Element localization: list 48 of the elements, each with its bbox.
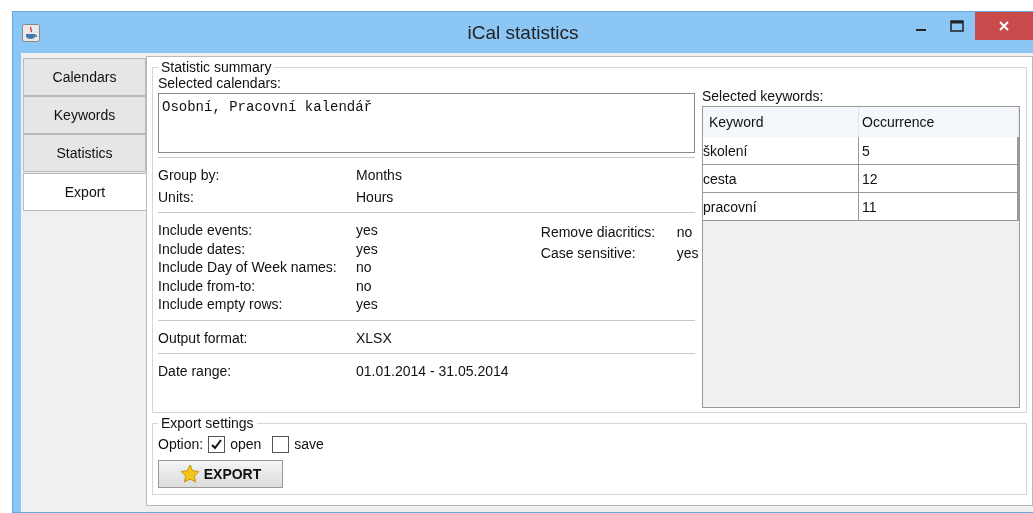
tab[interactable]: Statistics: [23, 134, 146, 172]
window-title: iCal statistics: [467, 21, 579, 44]
tab[interactable]: Keywords: [23, 96, 146, 134]
setting-value: no: [356, 259, 372, 276]
setting-label: Include from-to:: [158, 277, 257, 294]
tab[interactable]: Export: [23, 173, 146, 211]
option-label: Option:: [158, 436, 204, 452]
export-button[interactable]: EXPORT: [158, 460, 283, 488]
setting-label: Include empty rows:: [158, 296, 284, 313]
setting-label: Output format:: [158, 329, 249, 346]
setting-value: no: [676, 223, 693, 240]
table-cell: cesta: [703, 165, 859, 192]
setting-value: yes: [356, 240, 378, 257]
close-icon: [998, 20, 1010, 32]
setting-value: Hours: [356, 188, 394, 205]
field-label: Selected keywords:: [702, 88, 825, 106]
table-cell: školení: [703, 137, 859, 164]
setting-value: 01.01.2014 - 31.05.2014: [356, 363, 509, 380]
setting-label: Include Day of Week names:: [158, 259, 338, 276]
setting-value: yes: [356, 222, 378, 239]
field-label: Selected calendars:: [158, 75, 282, 93]
star-icon: [179, 464, 200, 484]
setting-value: no: [356, 277, 372, 294]
group-title: Export settings: [160, 415, 255, 431]
maximize-icon: [950, 20, 964, 32]
setting-label: Include events:: [158, 222, 254, 239]
tab[interactable]: Calendars: [23, 58, 146, 96]
close-button[interactable]: [975, 12, 1033, 40]
checkbox[interactable]: [272, 435, 290, 453]
setting-label: Group by:: [158, 167, 221, 184]
coffee-cup-icon: [22, 23, 40, 42]
calendars-field[interactable]: Osobní, Pracovní kalendář: [158, 93, 695, 153]
checkbox-label[interactable]: save: [294, 436, 324, 452]
setting-value: yes: [676, 244, 699, 261]
table-cell: 11: [859, 193, 1019, 220]
setting-label: Include dates:: [158, 240, 247, 257]
setting-label: Date range:: [158, 363, 233, 380]
minimize-icon: [916, 29, 926, 31]
setting-value: Months: [356, 167, 402, 184]
setting-label: Remove diacritics:: [540, 223, 657, 240]
setting-value: yes: [356, 296, 378, 313]
checkbox-label[interactable]: open: [230, 436, 262, 452]
table-cell: pracovní: [703, 193, 859, 220]
setting-label: Case sensitive:: [540, 244, 637, 261]
setting-value: XLSX: [356, 329, 392, 346]
setting-label: Units:: [158, 188, 195, 205]
group-title: Statistic summary: [160, 59, 273, 75]
checkbox[interactable]: [208, 435, 226, 453]
